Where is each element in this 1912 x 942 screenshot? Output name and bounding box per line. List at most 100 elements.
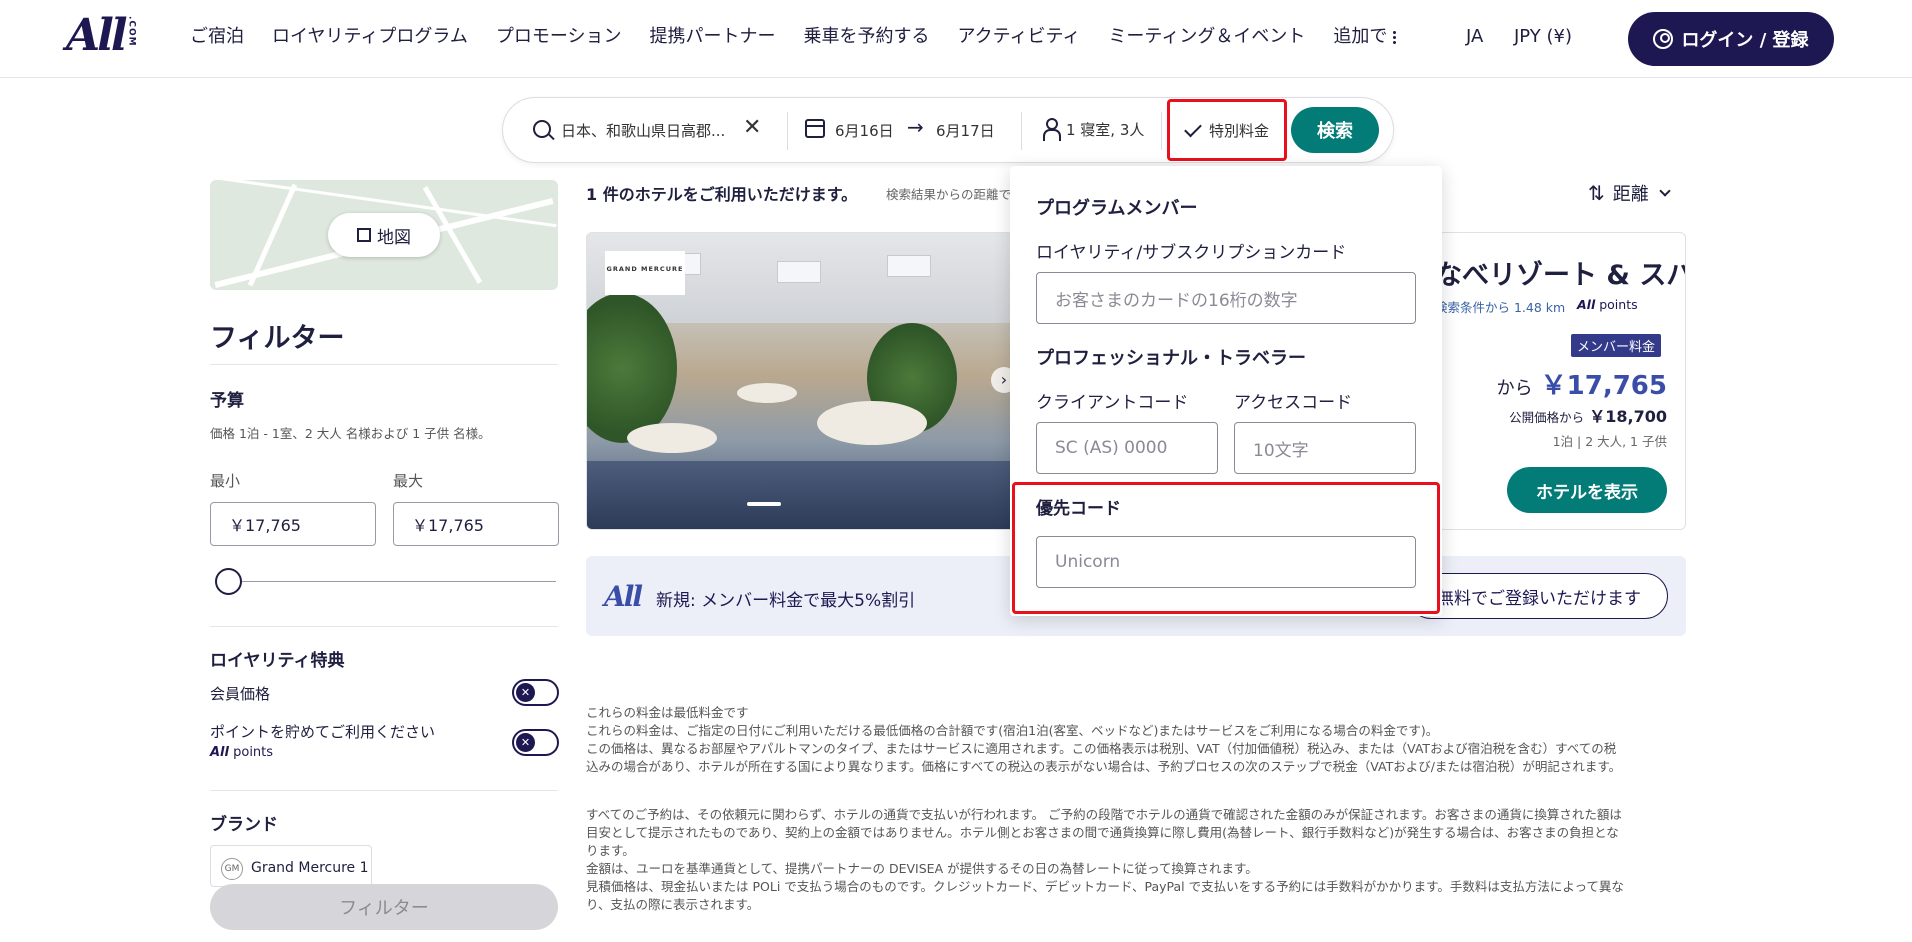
hotel-distance: 検索条件から 1.48 km: [1435, 300, 1566, 315]
toggle-off-icon: ✕: [516, 683, 535, 702]
chevron-down-icon: [1659, 185, 1671, 197]
search-icon: [533, 120, 551, 138]
show-hotel-button[interactable]: ホテルを表示: [1507, 467, 1667, 513]
price-slider-track[interactable]: [228, 581, 556, 582]
nav-loyalty[interactable]: ロイヤリティプログラム: [272, 24, 468, 50]
all-points-brand: All: [1577, 297, 1596, 312]
nav-rides[interactable]: 乗車を予約する: [803, 24, 929, 50]
member-price-toggle[interactable]: ✕: [512, 679, 559, 706]
client-code-input[interactable]: SC (AS) 0000: [1036, 422, 1218, 474]
map-button-label: 地図: [377, 227, 411, 248]
all-logo[interactable]: All .COM: [66, 14, 137, 62]
member-price-label: 会員価格: [210, 685, 271, 703]
professional-traveler-heading: プロフェッショナル・トラベラー: [1036, 348, 1306, 369]
nav-more[interactable]: 追加で: [1333, 24, 1397, 50]
price-from-label: から: [1496, 378, 1533, 399]
hotel-name[interactable]: なべリゾート & スパ: [1435, 253, 1685, 292]
filters-title: フィルター: [210, 323, 345, 354]
nav-more-label: 追加で: [1333, 26, 1388, 47]
sort-dropdown[interactable]: ⇅ 距離: [1588, 180, 1671, 206]
nav-promotions[interactable]: プロモーション: [496, 24, 622, 50]
nav-activities[interactable]: アクティビティ: [957, 24, 1080, 50]
main-nav: ご宿泊 ロイヤリティプログラム プロモーション 提携パートナー 乗車を予約する …: [190, 24, 1424, 50]
price-slider-handle[interactable]: [215, 568, 242, 595]
brand-title: ブランド: [210, 815, 278, 835]
person-icon: [1043, 118, 1061, 141]
divider: [210, 364, 558, 365]
price-value: ￥17,765: [1540, 371, 1667, 401]
disclaimer-rates: これらの料金は最低料金です これらの料金は、ご指定の日付にご利用いただける最低価…: [586, 704, 1686, 776]
photo-table: [627, 423, 717, 453]
free-signup-button[interactable]: 無料でご登録いただけます: [1408, 573, 1668, 619]
member-rate-badge: メンバー料金: [1571, 334, 1662, 357]
photo-floor: [587, 461, 1011, 529]
min-price-label: 最小: [210, 472, 241, 490]
user-icon: [1653, 29, 1674, 49]
map-icon: [357, 228, 371, 242]
search-button[interactable]: 検索: [1291, 107, 1379, 153]
earn-points-label: ポイントを貯めてご利用ください: [210, 723, 436, 741]
brand-grand-mercure-chip[interactable]: GM Grand Mercure 1: [210, 845, 372, 887]
hotel-photo[interactable]: GRAND MERCURE ›: [587, 233, 1017, 529]
sort-icon: ⇅: [1588, 181, 1605, 205]
language-selector[interactable]: JA: [1466, 24, 1483, 50]
all-points-word: points: [228, 745, 274, 760]
carousel-indicator[interactable]: [747, 502, 781, 506]
clear-destination-icon[interactable]: ✕: [743, 116, 761, 140]
disclaimer-line: 目安として提示されたものであり、契約上の金額ではありません。ホテル側とお客さまの…: [586, 825, 1619, 840]
divider: [1021, 112, 1022, 150]
apply-filters-button[interactable]: フィルター: [210, 884, 558, 930]
loyalty-card-label: ロイヤリティ/サブスクリプションカード: [1036, 243, 1347, 263]
max-price-input[interactable]: ￥17,765: [393, 502, 559, 546]
map-button[interactable]: 地図: [328, 213, 440, 257]
nav-meetings[interactable]: ミーティング＆イベント: [1108, 24, 1305, 50]
map-preview[interactable]: 地図: [210, 180, 558, 290]
client-code-label: クライアントコード: [1036, 393, 1189, 413]
budget-subtitle: 価格 1泊 - 1室、2 大人 名様および 1 子供 名様。: [210, 426, 491, 441]
check-out-date[interactable]: 6月17日: [936, 120, 995, 141]
loyalty-title: ロイヤリティ特典: [210, 651, 345, 671]
special-rate-label: 特別料金: [1208, 121, 1269, 140]
disclaimer-currency: すべてのご予約は、その依頼元に関わらず、ホテルの通貨で支払いが行われます。 ご予…: [586, 806, 1686, 914]
photo-skylight: [887, 255, 931, 277]
brand-chip-label: Grand Mercure 1: [251, 860, 369, 876]
disclaimer-line: これらの料金は、ご指定の日付にご利用いただける最低価格の合計額です(宿泊1泊(客…: [586, 723, 1439, 738]
min-price-input[interactable]: ￥17,765: [210, 502, 376, 546]
destination-field[interactable]: 日本、和歌山県日高郡...: [561, 120, 725, 141]
calendar-icon: [805, 119, 825, 138]
all-logo-small: All: [604, 580, 643, 613]
photo-table: [737, 383, 797, 403]
disclaimer-line: すべてのご予約は、その依頼元に関わらず、ホテルの通貨で支払いが行われます。 ご予…: [586, 807, 1622, 822]
disclaimer-line: 込みの場合があり、ホテルが所在する国により異なります。価格にすべての税込の表示が…: [586, 759, 1622, 774]
check-icon: [1184, 119, 1202, 137]
earn-points-toggle[interactable]: ✕: [512, 729, 559, 756]
login-register-button[interactable]: ログイン / 登録: [1628, 12, 1834, 66]
more-dots-icon: [1393, 30, 1397, 44]
stay-details: 1泊 | 2 大人, 1 子供: [1552, 434, 1667, 449]
all-points-brand: All: [210, 745, 229, 760]
photo-skylight: [777, 261, 821, 283]
toggle-off-icon: ✕: [516, 733, 535, 752]
access-code-input[interactable]: 10文字: [1234, 422, 1416, 474]
special-rate-button[interactable]: 特別料金: [1167, 99, 1287, 161]
login-label: ログイン / 登録: [1681, 30, 1809, 51]
public-price-label: 公開価格から: [1509, 410, 1585, 425]
divider: [787, 112, 788, 150]
currency-selector[interactable]: JPY (¥): [1514, 24, 1572, 50]
rooms-guests-field[interactable]: 1 寝室, 3人: [1066, 119, 1144, 140]
public-price-value: ￥18,700: [1589, 407, 1667, 426]
nav-stays[interactable]: ご宿泊: [190, 24, 244, 50]
top-header: All .COM ご宿泊 ロイヤリティプログラム プロモーション 提携パートナー…: [0, 0, 1912, 78]
all-points-word: points: [1595, 297, 1638, 312]
disclaimer-line: ります。: [586, 843, 635, 858]
check-in-date[interactable]: 6月16日: [835, 120, 894, 141]
hotel-all-points: All points: [1577, 297, 1638, 312]
nav-partners[interactable]: 提携パートナー: [649, 24, 775, 50]
arrow-right-icon: →: [907, 115, 924, 139]
disclaimer-line: この価格は、異なるお部屋やアパルトマンのタイプ、またはサービスに適用されます。こ…: [586, 741, 1617, 756]
photo-table: [817, 401, 927, 445]
loyalty-card-input[interactable]: お客さまのカードの16桁の数字: [1036, 272, 1416, 324]
preferred-code-highlight: [1012, 482, 1440, 614]
public-price: 公開価格から ￥18,700: [1509, 403, 1667, 427]
divider: [1161, 112, 1162, 150]
